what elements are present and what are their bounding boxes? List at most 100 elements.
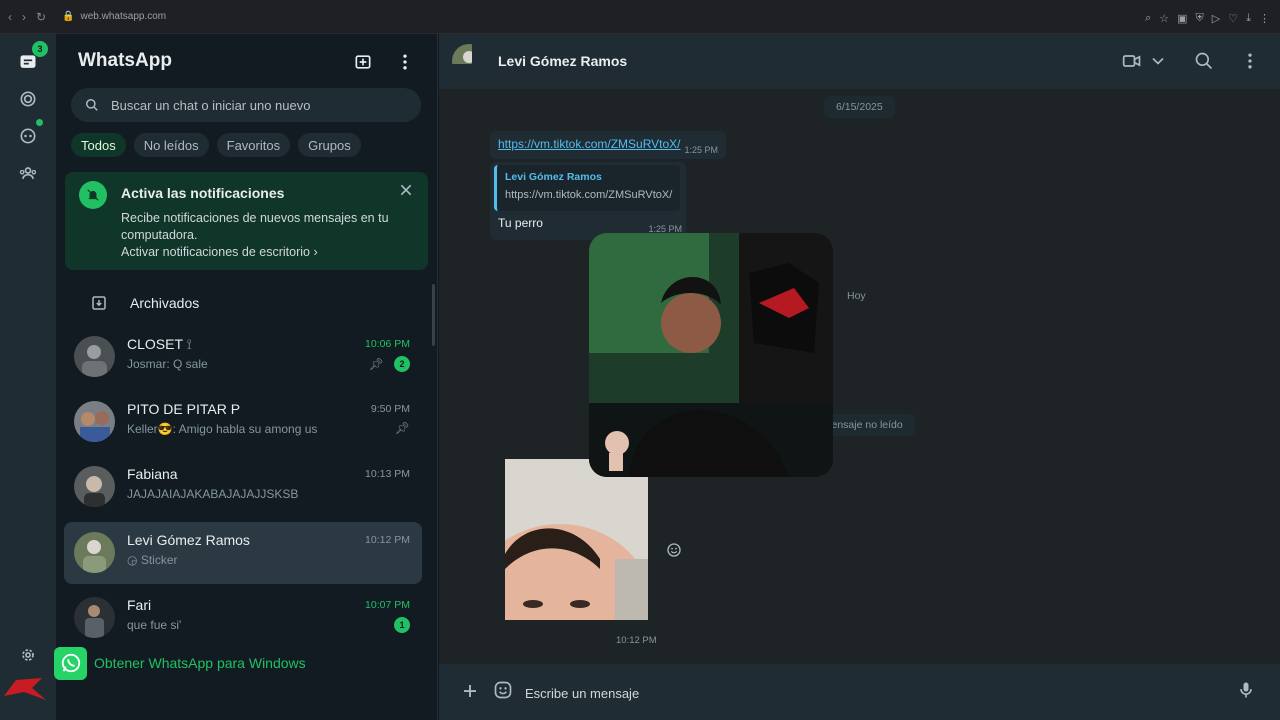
filter-groups[interactable]: Grupos [298,133,361,157]
url-text: web.whatsapp.com [80,11,167,22]
webcam-overlay [589,233,833,477]
chat-time: 10:13 PM [365,468,410,480]
browser-tools: ⌕ ☆ ▣ ⛨ ▷ ♡ ⤓ ⋮ [1145,12,1270,25]
filter-all[interactable]: Todos [71,133,126,157]
chat-time: 10:12 PM [365,534,410,546]
extension-icon[interactable]: ▣ [1177,12,1187,25]
new-chat-icon[interactable] [353,52,373,77]
communities-icon[interactable] [16,161,40,185]
status-icon[interactable] [16,87,40,111]
chat-item-pito-de-pitar[interactable]: PITO DE PITAR P 9:50 PM Keller😎: Amigo h… [64,391,422,453]
notification-body: Recibe notificaciones de nuevos mensajes… [121,211,389,242]
microphone-icon[interactable] [1236,680,1256,700]
bookmark-icon[interactable]: ☆ [1159,12,1169,25]
quoted-text: https://vm.tiktok.com/ZMSuRVtoX/ [505,189,673,201]
forward-icon[interactable]: › [22,10,26,24]
message-text: Tu perro [498,216,543,230]
chat-preview: que fue si' [127,618,182,632]
address-bar[interactable]: 🔒 web.whatsapp.com [62,11,166,22]
archived-label: Archivados [130,295,200,311]
avatar [74,532,115,573]
enable-notifications-label: Activar notificaciones de escritorio [121,245,310,259]
search-bar [71,88,421,122]
quoted-message[interactable]: Levi Gómez Ramos https://vm.tiktok.com/Z… [494,165,680,211]
date-divider: 6/15/2025 [824,96,895,118]
emoji-icon[interactable] [493,680,513,700]
react-emoji-icon[interactable] [666,542,682,558]
shield-icon[interactable]: ⛨ [1196,12,1204,25]
menu-dots-icon[interactable] [395,52,415,77]
archived-row[interactable]: Archivados [56,288,438,318]
search-input[interactable] [111,97,401,113]
chat-preview: ◶ Sticker [127,553,178,567]
settings-icon[interactable] [16,643,40,667]
search-icon [86,99,98,111]
search-icon[interactable] [1194,51,1214,76]
chat-name: Fabiana [127,466,178,482]
bell-off-icon [79,181,107,209]
sticker-icon: ◶ [127,553,138,567]
chat-name: Levi Gómez Ramos [127,532,250,548]
unread-badge: 2 [394,356,410,372]
whatsapp-logo-icon [54,646,87,680]
enable-notifications-link[interactable]: Activar notificaciones de escritorio › [121,245,318,259]
menu-dots-icon[interactable] [1240,51,1260,76]
chat-item-fabiana[interactable]: Fabiana 10:13 PM JAJAJAIAJAKABAJAJAJJSKS… [64,456,422,518]
menu-icon[interactable]: ⋮ [1259,12,1270,25]
video-call-icon[interactable] [1122,51,1142,76]
promo-text: Obtener WhatsApp para Windows [94,655,306,671]
chat-preview: Josmar: Q sale [127,357,208,371]
download-icon[interactable]: ⤓ [1246,12,1251,25]
message-bubble[interactable]: https://vm.tiktok.com/ZMSuRVtoX/ 1:25 PM [490,131,726,159]
sticker-time: 10:12 PM [616,635,657,646]
heart-icon[interactable]: ♡ [1228,12,1238,25]
chat-preview: JAJAJAIAJAKABAJAJAJJSKSB [127,487,299,501]
muted-icon: ⟟ [186,336,192,352]
reload-icon[interactable]: ↻ [36,10,46,24]
close-icon[interactable] [398,182,414,198]
pin-icon: 📌︎ [394,421,410,435]
message-input[interactable] [525,678,1225,708]
channels-icon[interactable] [16,124,40,148]
conversation-header: Levi Gómez Ramos [439,34,1280,89]
chat-time: 10:06 PM [365,338,410,350]
get-windows-app-banner[interactable]: Obtener WhatsApp para Windows [54,640,438,686]
avatar [74,401,115,442]
attach-plus-icon[interactable] [461,682,479,700]
message-bubble[interactable]: Levi Gómez Ramos https://vm.tiktok.com/Z… [490,162,686,240]
chat-name: PITO DE PITAR P [127,401,241,417]
avatar [74,466,115,507]
filter-favorites[interactable]: Favoritos [216,133,291,157]
message-link[interactable]: https://vm.tiktok.com/ZMSuRVtoX/ [498,137,681,151]
chat-time: 9:50 PM [370,403,410,415]
zoom-icon[interactable]: ⌕ [1145,12,1151,25]
chat-time: 10:07 PM [365,599,410,611]
pin-icon: 📌︎ [368,357,384,371]
chat-item-closet[interactable]: CLOSET ⟟ 10:06 PM Josmar: Q sale 📌︎ 2 [64,326,422,388]
date-divider: Hoy [847,290,866,302]
browser-toolbar: ‹ › ↻ 🔒 web.whatsapp.com ⌕ ☆ ▣ ⛨ ▷ ♡ ⤓ ⋮ [0,0,1280,34]
nav-rail: 3 [0,34,56,720]
avatar [74,597,115,638]
notification-title: Activa las notificaciones [121,185,285,201]
contact-name[interactable]: Levi Gómez Ramos [498,53,627,69]
sidebar-scrollbar[interactable] [432,284,435,346]
filter-unread[interactable]: No leídos [133,133,209,157]
notification-banner: Activa las notificaciones Recibe notific… [65,172,428,270]
back-icon[interactable]: ‹ [8,10,12,24]
chevron-down-icon[interactable] [1148,51,1168,76]
chat-item-levi[interactable]: Levi Gómez Ramos 10:12 PM ◶ Sticker [64,522,422,584]
avatar [74,336,115,377]
quoted-name: Levi Gómez Ramos [505,171,602,183]
sticker-image[interactable] [505,459,648,620]
message-time: 1:25 PM [684,145,718,155]
lock-icon: 🔒 [62,11,75,22]
chat-name: Fari [127,597,152,613]
play-icon[interactable]: ▷ [1212,12,1220,25]
chats-badge: 3 [32,41,48,57]
message-composer [439,664,1280,720]
archive-icon [92,296,106,310]
contact-avatar[interactable] [452,44,486,78]
app-title: WhatsApp [78,50,172,71]
chat-preview: Keller😎: Amigo habla su among us [127,422,318,436]
